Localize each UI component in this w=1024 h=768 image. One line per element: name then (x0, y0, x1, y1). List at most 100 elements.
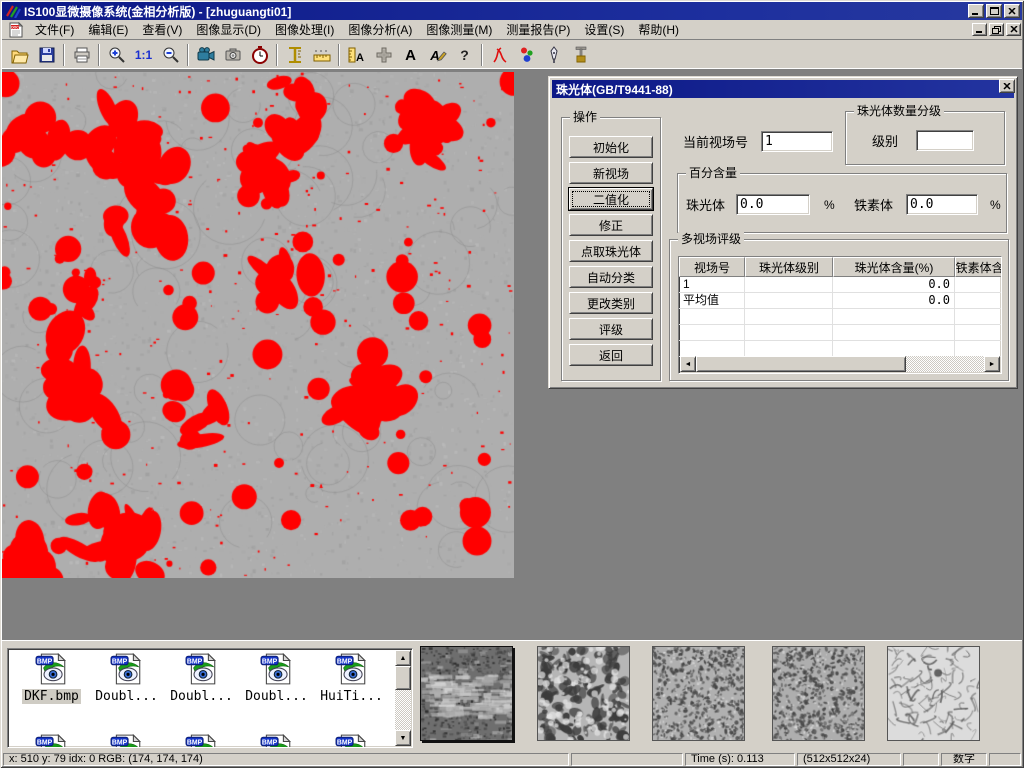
file-list[interactable]: DKF.bmp Doubl... Doubl... Doubl... HuiTi… (7, 648, 413, 748)
annotate-button[interactable]: A (424, 43, 451, 68)
actual-size-button[interactable]: 1:1 (130, 43, 157, 68)
rating-table[interactable]: 视场号 珠光体级别 珠光体含量(%) 铁素体含量(%) 1 0.0 平均值 0.… (678, 256, 1002, 374)
menu-image-analysis[interactable]: 图像分析(A) (341, 19, 419, 40)
thumbnail-4[interactable] (772, 646, 865, 741)
table-row[interactable]: 平均值 0.0 (679, 293, 1001, 309)
file-item[interactable]: Doubl... (89, 652, 164, 704)
menu-file[interactable]: 文件(F) (28, 19, 81, 40)
ferrite-percent-input[interactable]: 0.0 (906, 194, 978, 215)
file-name[interactable]: Doubl... (243, 689, 310, 704)
caliper-button[interactable] (281, 43, 308, 68)
dialog-close-button[interactable] (999, 79, 1015, 93)
camera-button[interactable] (219, 43, 246, 68)
zoom-out-button[interactable] (157, 43, 184, 68)
cell-grade (745, 277, 833, 292)
status-empty-2 (903, 753, 939, 766)
menu-image-display[interactable]: 图像显示(D) (189, 19, 268, 40)
mdi-restore-button[interactable] (989, 23, 1004, 36)
menu-settings[interactable]: 设置(S) (577, 19, 631, 40)
scroll-up-button[interactable]: ▲ (395, 650, 411, 666)
metallograph-image[interactable] (2, 72, 514, 578)
file-name[interactable]: Doubl... (93, 689, 160, 704)
thumbnail-2[interactable] (537, 646, 630, 741)
correct-button[interactable]: 修正 (569, 214, 653, 236)
stitch-button[interactable] (370, 43, 397, 68)
scrollbar-track[interactable] (696, 356, 984, 372)
file-item[interactable]: HuiTi... (314, 652, 389, 704)
auto-classify-button[interactable]: 自动分类 (569, 266, 653, 288)
pick-pearlite-button[interactable]: 点取珠光体 (569, 240, 653, 262)
file-item[interactable]: Doubl... (239, 652, 314, 704)
scrollbar-thumb[interactable] (395, 666, 411, 690)
brush-button[interactable] (567, 43, 594, 68)
save-button[interactable] (33, 43, 60, 68)
menu-help[interactable]: 帮助(H) (631, 19, 686, 40)
return-button[interactable]: 返回 (569, 344, 653, 366)
pearlite-percent-input[interactable]: 0.0 (736, 194, 810, 215)
file-name-selected[interactable]: DKF.bmp (22, 689, 81, 704)
document-icon[interactable]: DOC (8, 22, 24, 38)
grade-input[interactable] (916, 130, 974, 151)
change-class-button[interactable]: 更改类别 (569, 292, 653, 314)
file-item[interactable]: Doubl... (164, 652, 239, 704)
open-button[interactable] (6, 43, 33, 68)
col-ferrite-content[interactable]: 铁素体含量(%) (955, 257, 1002, 277)
menu-image-measure[interactable]: 图像测量(M) (419, 19, 499, 40)
video-capture-button[interactable] (192, 43, 219, 68)
binarize-button[interactable]: 二值化 (569, 188, 653, 210)
scrollbar-track[interactable] (395, 666, 411, 730)
new-field-button[interactable]: 新视场 (569, 162, 653, 184)
cell-ferrite (955, 277, 1002, 292)
file-name[interactable]: Doubl... (168, 689, 235, 704)
col-pearlite-grade[interactable]: 珠光体级别 (745, 257, 833, 277)
file-list-scrollbar[interactable]: ▲ ▼ (395, 650, 411, 746)
file-item[interactable] (164, 733, 239, 748)
text-button[interactable]: A (397, 43, 424, 68)
zoom-in-button[interactable] (103, 43, 130, 68)
ferrite-label: 铁素体 (854, 198, 893, 213)
scrollbar-thumb[interactable] (696, 356, 906, 372)
table-row[interactable]: 1 0.0 (679, 277, 1001, 293)
help-button[interactable]: ? (451, 43, 478, 68)
file-name[interactable]: HuiTi... (318, 689, 385, 704)
minimize-button[interactable] (968, 4, 984, 18)
file-item[interactable] (14, 733, 89, 748)
phase-dots-button[interactable] (513, 43, 540, 68)
table-horizontal-scrollbar[interactable]: ◄ ► (680, 356, 1000, 372)
file-item[interactable] (239, 733, 314, 748)
scroll-right-button[interactable]: ► (984, 356, 1000, 372)
rate-button[interactable]: 评级 (569, 318, 653, 340)
print-button[interactable] (68, 43, 95, 68)
menu-edit[interactable]: 编辑(E) (81, 19, 135, 40)
thumbnail-3[interactable] (652, 646, 745, 741)
col-pearlite-content[interactable]: 珠光体含量(%) (833, 257, 955, 277)
ruler-button[interactable] (308, 43, 335, 68)
dialog-title-bar[interactable]: 珠光体(GB/T9441-88) (552, 80, 1014, 98)
timer-button[interactable] (246, 43, 273, 68)
thumbnail-5[interactable] (887, 646, 980, 741)
point-probe-button[interactable] (540, 43, 567, 68)
save-icon (37, 45, 57, 65)
menu-report[interactable]: 测量报告(P) (499, 19, 577, 40)
status-mode: 数字 (941, 753, 987, 766)
mdi-close-button[interactable] (1006, 23, 1021, 36)
maximize-button[interactable] (986, 4, 1002, 18)
menu-image-process[interactable]: 图像处理(I) (268, 19, 341, 40)
col-field-number[interactable]: 视场号 (679, 257, 745, 277)
file-item[interactable] (314, 733, 389, 748)
scroll-down-button[interactable]: ▼ (395, 730, 411, 746)
close-button[interactable] (1004, 4, 1020, 18)
init-button[interactable]: 初始化 (569, 136, 653, 158)
thumbnail-1[interactable] (420, 646, 513, 741)
grain-curve-button[interactable] (486, 43, 513, 68)
current-view-input[interactable]: 1 (761, 131, 833, 152)
grain-curve-icon (490, 45, 510, 65)
mdi-minimize-button[interactable] (972, 23, 987, 36)
scroll-left-button[interactable]: ◄ (680, 356, 696, 372)
table-row-empty (679, 341, 1001, 357)
file-item[interactable] (89, 733, 164, 748)
measure-text-button[interactable]: A (343, 43, 370, 68)
menu-view[interactable]: 查看(V) (135, 19, 189, 40)
grade-group: 珠光体数量分级 级别 (845, 111, 1005, 165)
file-item[interactable]: DKF.bmp (14, 652, 89, 704)
